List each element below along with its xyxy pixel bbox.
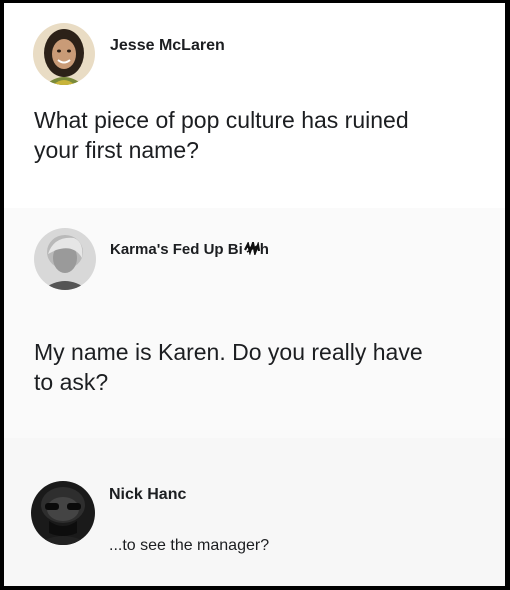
post-text-line: What piece of pop culture has ruined	[34, 107, 409, 133]
screenshot-frame: Jesse McLaren What piece of pop culture …	[4, 3, 505, 586]
avatar-karma[interactable]	[34, 228, 96, 290]
author-name[interactable]: Nick Hanc	[109, 486, 186, 504]
author-name[interactable]: Jesse McLaren	[110, 37, 225, 55]
post-text: What piece of pop culture has ruined you…	[34, 106, 409, 166]
scribble-icon	[243, 238, 260, 257]
profile-photo-woman-grayscale-icon	[34, 228, 96, 290]
author-name-tail: h	[259, 241, 269, 258]
post-karma: Karma's Fed Up Bi h My name is Karen. Do …	[4, 208, 505, 438]
post-text-line: My name is Karen. Do you really have	[34, 339, 423, 365]
profile-photo-woman-smiling-icon	[33, 23, 95, 85]
author-name-visible: Karma's Fed Up Bi	[110, 241, 243, 258]
post-text-line: to ask?	[34, 368, 109, 395]
post-text-line: your first name?	[34, 136, 199, 163]
avatar-nick[interactable]	[31, 481, 95, 545]
profile-photo-masked-man-icon	[31, 481, 95, 545]
avatar-jesse[interactable]	[33, 23, 95, 85]
comment-text: ...to see the manager?	[109, 537, 270, 554]
post-nick: Nick Hanc ...to see the manager?	[4, 438, 505, 586]
post-jesse: Jesse McLaren What piece of pop culture …	[4, 3, 505, 208]
author-name[interactable]: Karma's Fed Up Bi h	[110, 238, 269, 258]
post-text: My name is Karen. Do you really have to …	[34, 338, 423, 398]
